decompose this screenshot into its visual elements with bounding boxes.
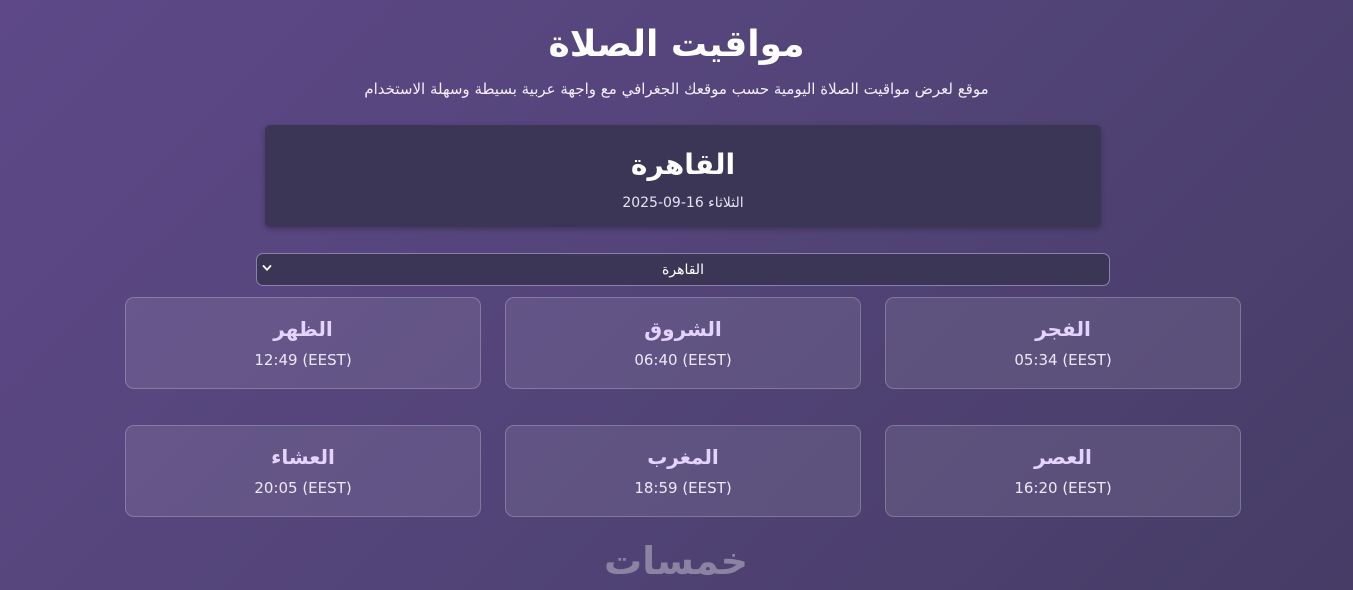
prayer-time: 20:05 (EEST) [254, 479, 352, 497]
city-date: الثلاثاء 16-09-2025 [622, 195, 744, 211]
prayer-time: 12:49 (EEST) [254, 351, 352, 369]
prayer-card-dhuhr: الظهر 12:49 (EEST) [125, 297, 481, 389]
prayer-time: 05:34 (EEST) [1014, 351, 1112, 369]
prayer-time: 06:40 (EEST) [634, 351, 732, 369]
prayer-times-grid: الفجر 05:34 (EEST) الشروق 06:40 (EEST) ا… [125, 297, 1241, 517]
prayer-name: الفجر [1035, 317, 1091, 341]
prayer-time: 18:59 (EEST) [634, 479, 732, 497]
prayer-card-asr: العصر 16:20 (EEST) [885, 425, 1241, 517]
logo-text: خمسات [604, 539, 748, 583]
city-name: القاهرة [630, 148, 736, 181]
city-info-card: القاهرة الثلاثاء 16-09-2025 [265, 125, 1101, 227]
prayer-name: الشروق [644, 317, 722, 341]
city-select-wrapper: القاهرة [256, 253, 1110, 286]
prayer-name: العصر [1034, 445, 1092, 469]
khamsat-logo[interactable]: خمسات [590, 540, 762, 582]
prayer-card-isha: العشاء 20:05 (EEST) [125, 425, 481, 517]
city-select[interactable]: القاهرة [256, 253, 1110, 286]
prayer-name: العشاء [271, 445, 335, 469]
prayer-name: الظهر [273, 317, 333, 341]
header: مواقيت الصلاة موقع لعرض مواقيت الصلاة ال… [0, 22, 1353, 100]
page-subtitle: موقع لعرض مواقيت الصلاة اليومية حسب موقع… [364, 80, 989, 98]
page-title: مواقيت الصلاة [548, 24, 805, 65]
prayer-times-page: مواقيت الصلاة موقع لعرض مواقيت الصلاة ال… [0, 0, 1353, 590]
prayer-card-fajr: الفجر 05:34 (EEST) [885, 297, 1241, 389]
prayer-time: 16:20 (EEST) [1014, 479, 1112, 497]
prayer-card-sunrise: الشروق 06:40 (EEST) [505, 297, 861, 389]
prayer-name: المغرب [647, 445, 719, 469]
prayer-card-maghrib: المغرب 18:59 (EEST) [505, 425, 861, 517]
